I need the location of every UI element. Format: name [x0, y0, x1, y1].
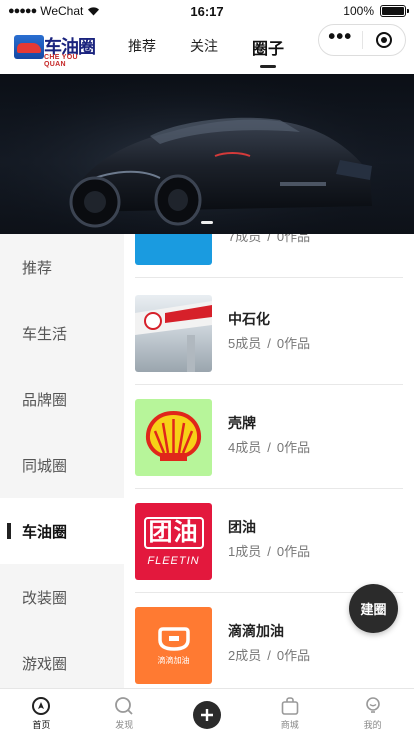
status-bar: ●●●●● WeChat 16:17 100%: [0, 0, 414, 22]
shopping-bag-icon: [278, 695, 302, 717]
sidebar-item-car-life[interactable]: 车生活: [0, 300, 124, 366]
circle-stats: 1成员/0作品: [228, 541, 310, 560]
bottom-tab-bar: 首页 发现 商城 我的: [0, 688, 414, 735]
top-nav-tabs: 推荐 关注 圈子: [128, 35, 284, 68]
banner-carousel[interactable]: [0, 74, 414, 234]
tab-recommend[interactable]: 推荐: [128, 36, 156, 60]
list-item[interactable]: 中石化 5成员/0作品: [135, 281, 403, 385]
search-icon: [112, 695, 136, 717]
list-item[interactable]: 壳牌 4成员/0作品: [135, 385, 403, 489]
app-logo: 车油圈 CHE YOU QUAN: [14, 32, 100, 68]
logo-subtext: CHE YOU QUAN: [44, 54, 78, 68]
didi-logo-icon: [157, 626, 190, 651]
battery-text: 100%: [343, 4, 374, 18]
tabbar-item-mall[interactable]: 商城: [248, 689, 331, 735]
member-suffix: 成员: [235, 440, 262, 455]
stats-separator: /: [267, 544, 271, 559]
circle-name: 中石化: [228, 311, 270, 327]
circle-name: 滴滴加油: [228, 623, 284, 639]
works-suffix: 作品: [284, 336, 311, 351]
works-suffix: 作品: [284, 648, 311, 663]
plus-icon: [192, 701, 221, 729]
stats-separator: /: [267, 234, 271, 244]
circle-thumbnail: [135, 234, 212, 265]
tabbar-label: 首页: [32, 720, 51, 730]
circle-stats: 7成员/0作品: [228, 234, 310, 245]
circle-thumbnail: 团油 FLEETIN: [135, 503, 212, 580]
sidebar-item-brand[interactable]: 品牌圈: [0, 366, 124, 432]
circle-stats: 2成员/0作品: [228, 645, 310, 664]
stats-separator: /: [267, 336, 271, 351]
carousel-indicator: [201, 221, 213, 224]
sidebar-item-games[interactable]: 游戏圈: [0, 630, 124, 688]
circle-name: 壳牌: [228, 415, 256, 431]
car-image: [0, 74, 414, 234]
record-circle-icon[interactable]: [363, 32, 406, 48]
tabbar-item-me[interactable]: 我的: [331, 689, 414, 735]
member-suffix: 成员: [235, 336, 262, 351]
sidebar-item-cheyou[interactable]: 车油圈: [0, 498, 124, 564]
miniprogram-capsule: •••: [318, 24, 406, 56]
member-suffix: 成员: [235, 544, 262, 559]
sinopec-station-icon: [135, 301, 212, 372]
circle-thumbnail: 滴滴加油: [135, 607, 212, 684]
shell-logo-icon: [145, 410, 202, 461]
tabbar-item-discover[interactable]: 发现: [83, 689, 166, 735]
list-item[interactable]: 团油 FLEETIN 团油 1成员/0作品: [135, 489, 403, 593]
more-dots-icon[interactable]: •••: [319, 27, 362, 48]
circle-name: 团油: [228, 519, 256, 535]
member-suffix: 成员: [235, 234, 262, 244]
works-suffix: 作品: [284, 234, 311, 244]
works-suffix: 作品: [284, 544, 311, 559]
category-sidebar: 推荐 车生活 品牌圈 同城圈 车油圈 改装圈 游戏圈: [0, 234, 124, 688]
logo-mark-icon: [14, 35, 44, 59]
status-right: 100%: [343, 4, 409, 18]
sidebar-item-recommend[interactable]: 推荐: [0, 234, 124, 300]
circle-thumbnail: [135, 399, 212, 476]
circle-stats: 5成员/0作品: [228, 333, 310, 352]
sidebar-item-modified[interactable]: 改装圈: [0, 564, 124, 630]
tabbar-label: 商城: [280, 720, 299, 730]
member-suffix: 成员: [235, 648, 262, 663]
battery-icon: [380, 5, 409, 17]
create-circle-button[interactable]: 建圈: [349, 584, 398, 633]
tab-follow[interactable]: 关注: [190, 36, 218, 60]
home-icon: [29, 695, 53, 717]
thumb-brand-text: 团油: [143, 516, 204, 549]
circle-thumbnail: [135, 295, 212, 372]
thumb-brand-subtext: FLEETIN: [147, 554, 200, 567]
stats-separator: /: [267, 648, 271, 663]
top-header: 车油圈 CHE YOU QUAN 推荐 关注 圈子 •••: [0, 22, 414, 74]
user-icon: [361, 695, 385, 717]
tabbar-item-home[interactable]: 首页: [0, 689, 83, 735]
works-suffix: 作品: [284, 440, 311, 455]
sidebar-item-local[interactable]: 同城圈: [0, 432, 124, 498]
thumb-brand-subtext: 滴滴加油: [157, 655, 190, 665]
stats-separator: /: [267, 440, 271, 455]
tab-circles[interactable]: 圈子: [252, 35, 284, 68]
list-item[interactable]: 7成员/0作品: [135, 234, 403, 278]
tabbar-label: 发现: [115, 720, 134, 730]
circle-stats: 4成员/0作品: [228, 437, 310, 456]
tabbar-label: 我的: [363, 720, 382, 730]
tabbar-item-post[interactable]: [166, 689, 249, 735]
